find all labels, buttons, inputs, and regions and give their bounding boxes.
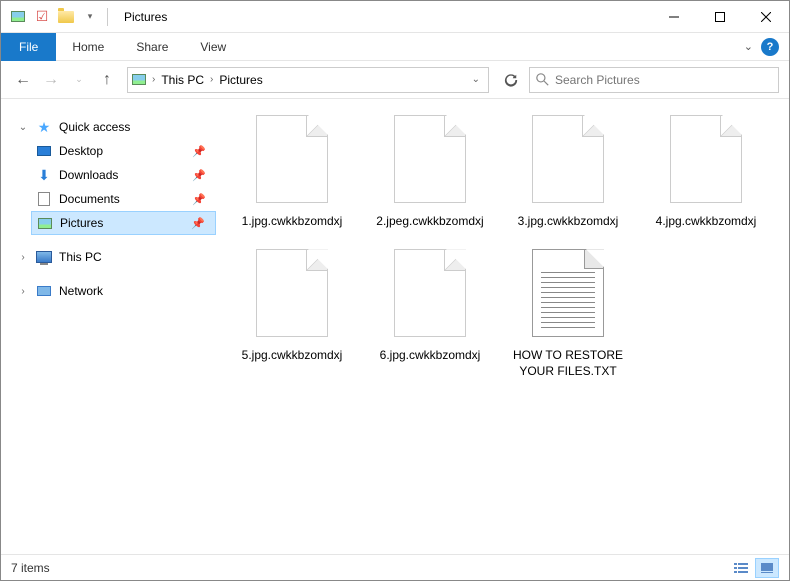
chevron-icon[interactable]: ›	[17, 286, 29, 297]
file-name: 3.jpg.cwkkbzomdxj	[518, 213, 619, 229]
close-button[interactable]	[743, 1, 789, 33]
sidebar-item-label: Documents	[59, 192, 120, 206]
sidebar-this-pc[interactable]: › This PC	[13, 245, 216, 269]
unknown-file-icon	[256, 115, 328, 203]
help-icon[interactable]: ?	[761, 38, 779, 56]
pc-icon	[35, 248, 53, 266]
pin-icon: 📌	[192, 169, 206, 182]
properties-icon[interactable]: ☑	[31, 6, 53, 28]
item-count: 7 items	[11, 561, 50, 575]
folder-icon[interactable]	[55, 6, 77, 28]
address-dropdown-icon[interactable]: ⌄	[468, 74, 484, 85]
app-icon	[7, 6, 29, 28]
address-bar[interactable]: › This PC › Pictures ⌄	[127, 67, 489, 93]
downloads-icon: ⬇	[35, 166, 53, 184]
file-name: 5.jpg.cwkkbzomdxj	[242, 347, 343, 363]
pin-icon: 📌	[191, 217, 205, 230]
tab-view[interactable]: View	[184, 33, 242, 61]
sidebar-quick-access[interactable]: ⌄ ★ Quick access	[13, 115, 216, 139]
ribbon: File Home Share View ⌄ ?	[1, 33, 789, 61]
search-box[interactable]	[529, 67, 779, 93]
search-input[interactable]	[555, 73, 772, 87]
sidebar-item-downloads[interactable]: ⬇ Downloads 📌	[31, 163, 216, 187]
documents-icon	[35, 190, 53, 208]
file-name: 1.jpg.cwkkbzomdxj	[242, 213, 343, 229]
text-file-icon	[532, 249, 604, 337]
file-name: 2.jpeg.cwkkbzomdxj	[376, 213, 483, 229]
file-item[interactable]: 5.jpg.cwkkbzomdxj	[228, 249, 356, 379]
separator	[107, 8, 108, 26]
sidebar-item-pictures[interactable]: Pictures 📌	[31, 211, 216, 235]
file-name: 4.jpg.cwkkbzomdxj	[656, 213, 757, 229]
file-item[interactable]: HOW TO RESTORE YOUR FILES.TXT	[504, 249, 632, 379]
tab-share[interactable]: Share	[120, 33, 184, 61]
content-area: ⌄ ★ Quick access Desktop📌⬇Downloads📌Docu…	[1, 99, 789, 554]
desktop-icon	[35, 142, 53, 160]
expand-ribbon-icon[interactable]: ⌄	[744, 40, 753, 53]
file-tab[interactable]: File	[1, 33, 56, 61]
maximize-button[interactable]	[697, 1, 743, 33]
unknown-file-icon	[394, 115, 466, 203]
file-item[interactable]: 2.jpeg.cwkkbzomdxj	[366, 115, 494, 229]
pictures-icon	[36, 214, 54, 232]
tab-home[interactable]: Home	[56, 33, 120, 61]
window-title: Pictures	[124, 10, 167, 24]
network-icon	[35, 282, 53, 300]
qat-dropdown-icon[interactable]: ▾	[79, 6, 101, 28]
up-button[interactable]: ↑	[95, 68, 119, 92]
sidebar-item-label: Downloads	[59, 168, 118, 182]
unknown-file-icon	[532, 115, 604, 203]
file-name: 6.jpg.cwkkbzomdxj	[380, 347, 481, 363]
star-icon: ★	[35, 118, 53, 136]
navbar: ← → ⌄ ↑ › This PC › Pictures ⌄	[1, 61, 789, 99]
pin-icon: 📌	[192, 193, 206, 206]
minimize-button[interactable]	[651, 1, 697, 33]
chevron-right-icon[interactable]: ›	[210, 74, 213, 85]
chevron-down-icon[interactable]: ⌄	[17, 122, 29, 133]
sidebar-item-documents[interactable]: Documents 📌	[31, 187, 216, 211]
window-controls	[651, 1, 789, 33]
sidebar-item-label: This PC	[59, 250, 102, 264]
statusbar: 7 items	[1, 554, 789, 580]
file-item[interactable]: 4.jpg.cwkkbzomdxj	[642, 115, 770, 229]
sidebar-item-label: Network	[59, 284, 103, 298]
sidebar-item-label: Quick access	[59, 120, 130, 134]
large-icons-view-button[interactable]	[755, 558, 779, 578]
unknown-file-icon	[256, 249, 328, 337]
unknown-file-icon	[670, 115, 742, 203]
sidebar-item-label: Desktop	[59, 144, 103, 158]
unknown-file-icon	[394, 249, 466, 337]
sidebar-network[interactable]: › Network	[13, 279, 216, 303]
file-item[interactable]: 1.jpg.cwkkbzomdxj	[228, 115, 356, 229]
refresh-button[interactable]	[497, 67, 525, 93]
location-icon	[132, 74, 146, 85]
back-button[interactable]: ←	[11, 68, 35, 92]
navigation-pane: ⌄ ★ Quick access Desktop📌⬇Downloads📌Docu…	[1, 99, 216, 554]
chevron-right-icon[interactable]: ›	[152, 74, 155, 85]
quick-access-toolbar: ☑ ▾	[1, 6, 118, 28]
crumb-this-pc[interactable]: This PC	[161, 73, 204, 87]
search-icon	[536, 73, 549, 86]
details-view-button[interactable]	[729, 558, 753, 578]
file-list[interactable]: 1.jpg.cwkkbzomdxj 2.jpeg.cwkkbzomdxj 3.jpg…	[216, 99, 789, 554]
forward-button[interactable]: →	[39, 68, 63, 92]
crumb-pictures[interactable]: Pictures	[219, 73, 262, 87]
titlebar: ☑ ▾ Pictures	[1, 1, 789, 33]
pin-icon: 📌	[192, 145, 206, 158]
chevron-icon[interactable]: ›	[17, 252, 29, 263]
file-item[interactable]: 6.jpg.cwkkbzomdxj	[366, 249, 494, 379]
file-item[interactable]: 3.jpg.cwkkbzomdxj	[504, 115, 632, 229]
file-name: HOW TO RESTORE YOUR FILES.TXT	[508, 347, 628, 379]
recent-dropdown[interactable]: ⌄	[67, 68, 91, 92]
sidebar-item-label: Pictures	[60, 216, 103, 230]
sidebar-item-desktop[interactable]: Desktop 📌	[31, 139, 216, 163]
